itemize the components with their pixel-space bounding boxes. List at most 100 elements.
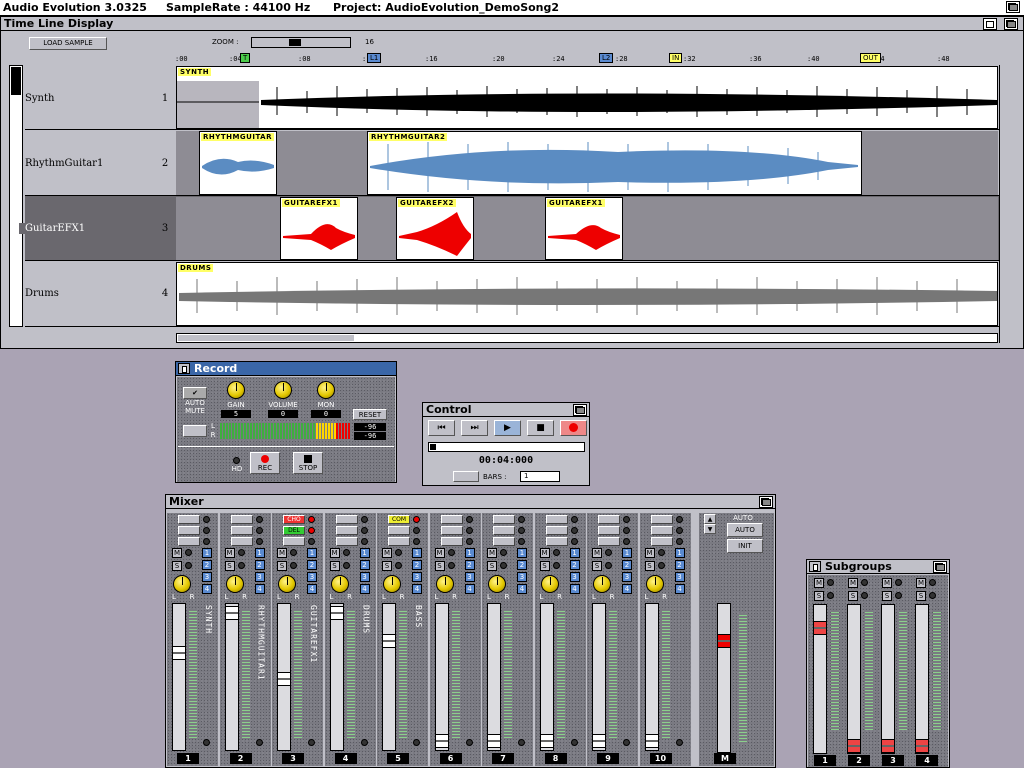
bus-4-button[interactable]: 4 — [674, 584, 685, 594]
subgroup-fader[interactable] — [881, 604, 895, 754]
channel-fader[interactable] — [434, 603, 449, 751]
region-drums[interactable]: DRUMS — [176, 262, 998, 326]
bus-3-button[interactable]: 3 — [254, 572, 265, 582]
timeline-h-scroll-knob[interactable] — [178, 335, 354, 341]
pan-knob[interactable] — [540, 575, 559, 593]
bus-3-button[interactable]: 3 — [464, 572, 475, 582]
effect-slot-button[interactable] — [493, 537, 515, 546]
bus-1-button[interactable]: 1 — [464, 548, 475, 558]
bus-3-button[interactable]: 3 — [569, 572, 580, 582]
effect-slot-button[interactable] — [440, 526, 463, 535]
solo-button[interactable]: S — [487, 561, 497, 571]
channel-fader[interactable] — [644, 603, 659, 751]
bars-input[interactable]: 1 — [520, 471, 560, 482]
marker-out[interactable]: OUT — [860, 53, 881, 63]
channel-fader-knob[interactable] — [644, 734, 659, 748]
effect-slot-button[interactable] — [335, 515, 358, 524]
region-rhythmguitar2[interactable]: RHYTHMGUITAR2 — [367, 131, 862, 195]
close-icon[interactable] — [178, 363, 190, 374]
effect-slot-button[interactable] — [230, 526, 253, 535]
effect-slot-button[interactable] — [388, 537, 410, 546]
compressor-button[interactable]: COM — [388, 515, 410, 524]
channel-fader[interactable] — [382, 603, 396, 751]
bus-1-button[interactable]: 1 — [569, 548, 580, 558]
position-slider[interactable] — [428, 442, 585, 452]
solo-button[interactable]: S — [172, 561, 182, 571]
volume-knob[interactable] — [274, 381, 292, 399]
channel-fader-knob[interactable] — [382, 634, 396, 648]
effect-slot-button[interactable] — [178, 537, 200, 546]
mon-knob[interactable] — [317, 381, 335, 399]
channel-fader-knob[interactable] — [172, 646, 186, 660]
zoom-slider[interactable] — [251, 37, 351, 48]
effect-slot-button[interactable] — [650, 526, 673, 535]
channel-fader-knob[interactable] — [487, 734, 501, 748]
bars-toggle-button[interactable] — [453, 471, 479, 482]
mute-button[interactable]: M — [224, 548, 235, 558]
mute-button[interactable]: M — [172, 548, 182, 558]
subgroup-fader[interactable] — [847, 604, 861, 754]
bus-3-button[interactable]: 3 — [202, 572, 212, 582]
mute-button[interactable]: M — [329, 548, 340, 558]
bus-4-button[interactable]: 4 — [622, 584, 632, 594]
channel-fader-knob[interactable] — [539, 734, 554, 748]
mute-button[interactable]: M — [814, 578, 824, 588]
position-slider-knob[interactable] — [430, 444, 436, 450]
channel-fader[interactable] — [592, 603, 606, 751]
stop-transport-button[interactable]: ■ — [527, 420, 554, 436]
bus-3-button[interactable]: 3 — [517, 572, 527, 582]
mute-button[interactable]: M — [382, 548, 392, 558]
subgroup-fader-knob[interactable] — [881, 739, 895, 753]
bus-2-button[interactable]: 2 — [254, 560, 265, 570]
bus-2-button[interactable]: 2 — [202, 560, 212, 570]
load-sample-button[interactable]: LOAD SAMPLE — [29, 37, 107, 50]
mute-button[interactable]: M — [539, 548, 550, 558]
depth-gadget-icon[interactable] — [933, 561, 947, 573]
bus-3-button[interactable]: 3 — [412, 572, 422, 582]
mute-button[interactable]: M — [434, 548, 445, 558]
effect-slot-button[interactable] — [178, 515, 200, 524]
effect-slot-button[interactable] — [545, 537, 568, 546]
solo-button[interactable]: S — [224, 561, 235, 571]
subgroup-fader-knob[interactable] — [915, 739, 929, 753]
solo-button[interactable]: S — [814, 591, 824, 601]
track-name[interactable]: GuitarEFX1 — [19, 223, 149, 234]
region-rhythmguitar[interactable]: RHYTHMGUITAR — [199, 131, 277, 195]
effect-slot-button[interactable] — [598, 537, 620, 546]
input-toggle-button[interactable] — [183, 425, 207, 437]
effect-slot-button[interactable] — [335, 526, 358, 535]
solo-button[interactable]: S — [848, 591, 858, 601]
mute-button[interactable]: M — [644, 548, 655, 558]
bus-2-button[interactable]: 2 — [569, 560, 580, 570]
subgroup-fader[interactable] — [915, 604, 929, 754]
solo-button[interactable]: S — [882, 591, 892, 601]
zoom-slider-knob[interactable] — [289, 39, 301, 46]
region-guitarefx1[interactable]: GUITAREFX1 — [280, 197, 358, 260]
bus-1-button[interactable]: 1 — [307, 548, 317, 558]
region-guitarefx2[interactable]: GUITAREFX2 — [396, 197, 474, 260]
bus-1-button[interactable]: 1 — [674, 548, 685, 558]
bus-3-button[interactable]: 3 — [674, 572, 685, 582]
solo-button[interactable]: S — [382, 561, 392, 571]
master-fader[interactable] — [717, 603, 731, 753]
bus-4-button[interactable]: 4 — [359, 584, 370, 594]
effect-slot-button[interactable] — [545, 515, 568, 524]
channel-fader[interactable] — [329, 603, 344, 751]
effect-slot-button[interactable] — [283, 537, 305, 546]
effect-slot-button[interactable] — [650, 515, 673, 524]
rec-button[interactable]: REC — [250, 452, 280, 474]
mute-button[interactable]: M — [848, 578, 858, 588]
bus-4-button[interactable]: 4 — [254, 584, 265, 594]
effect-slot-button[interactable] — [230, 537, 253, 546]
record-title[interactable]: Record — [176, 362, 396, 376]
effect-slot-button[interactable] — [388, 526, 410, 535]
bus-4-button[interactable]: 4 — [517, 584, 527, 594]
depth-gadget-icon[interactable] — [573, 404, 587, 416]
master-fader-knob[interactable] — [717, 634, 731, 648]
channel-fader-knob[interactable] — [592, 734, 606, 748]
channel-fader[interactable] — [487, 603, 501, 751]
check-icon[interactable]: ✔ — [183, 387, 207, 399]
pan-knob[interactable] — [225, 575, 244, 593]
marker-l2[interactable]: L2 — [599, 53, 614, 63]
record-transport-button[interactable] — [560, 420, 587, 436]
